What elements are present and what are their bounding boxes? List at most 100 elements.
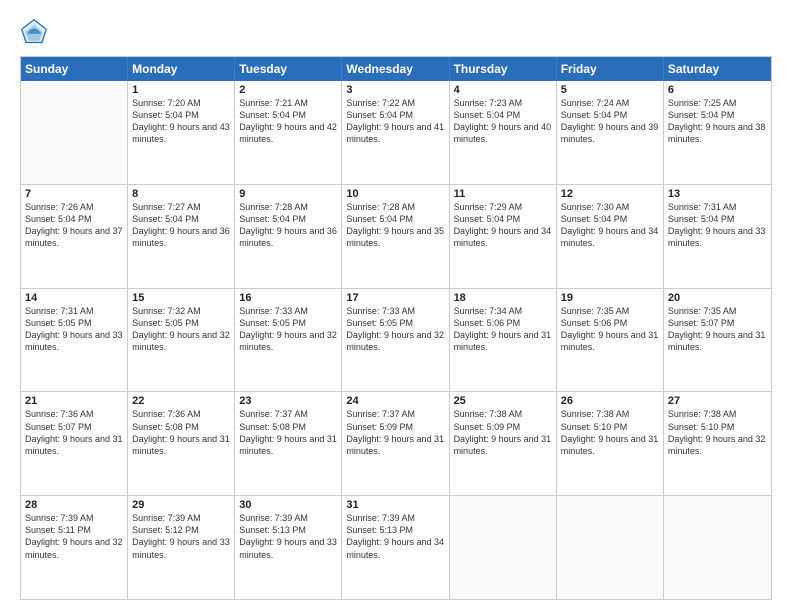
calendar-day-21: 21Sunrise: 7:36 AM Sunset: 5:07 PM Dayli… bbox=[21, 392, 128, 495]
calendar-day-27: 27Sunrise: 7:38 AM Sunset: 5:10 PM Dayli… bbox=[664, 392, 771, 495]
weekday-header-saturday: Saturday bbox=[664, 57, 771, 81]
calendar-header-row: SundayMondayTuesdayWednesdayThursdayFrid… bbox=[21, 57, 771, 81]
weekday-header-monday: Monday bbox=[128, 57, 235, 81]
day-info: Sunrise: 7:36 AM Sunset: 5:07 PM Dayligh… bbox=[25, 408, 123, 457]
day-number: 11 bbox=[454, 188, 552, 200]
day-number: 6 bbox=[668, 84, 767, 96]
day-number: 15 bbox=[132, 292, 230, 304]
calendar-day-5: 5Sunrise: 7:24 AM Sunset: 5:04 PM Daylig… bbox=[557, 81, 664, 184]
calendar-day-20: 20Sunrise: 7:35 AM Sunset: 5:07 PM Dayli… bbox=[664, 289, 771, 392]
header bbox=[20, 18, 772, 46]
calendar-day-19: 19Sunrise: 7:35 AM Sunset: 5:06 PM Dayli… bbox=[557, 289, 664, 392]
day-info: Sunrise: 7:39 AM Sunset: 5:12 PM Dayligh… bbox=[132, 512, 230, 561]
day-number: 23 bbox=[239, 395, 337, 407]
day-info: Sunrise: 7:35 AM Sunset: 5:06 PM Dayligh… bbox=[561, 305, 659, 354]
calendar: SundayMondayTuesdayWednesdayThursdayFrid… bbox=[20, 56, 772, 600]
day-number: 30 bbox=[239, 499, 337, 511]
calendar-day-14: 14Sunrise: 7:31 AM Sunset: 5:05 PM Dayli… bbox=[21, 289, 128, 392]
day-number: 24 bbox=[346, 395, 444, 407]
calendar-day-30: 30Sunrise: 7:39 AM Sunset: 5:13 PM Dayli… bbox=[235, 496, 342, 599]
calendar-day-15: 15Sunrise: 7:32 AM Sunset: 5:05 PM Dayli… bbox=[128, 289, 235, 392]
day-info: Sunrise: 7:36 AM Sunset: 5:08 PM Dayligh… bbox=[132, 408, 230, 457]
logo-icon bbox=[20, 18, 48, 46]
day-info: Sunrise: 7:39 AM Sunset: 5:13 PM Dayligh… bbox=[346, 512, 444, 561]
calendar-week-4: 21Sunrise: 7:36 AM Sunset: 5:07 PM Dayli… bbox=[21, 392, 771, 496]
calendar-day-4: 4Sunrise: 7:23 AM Sunset: 5:04 PM Daylig… bbox=[450, 81, 557, 184]
day-info: Sunrise: 7:24 AM Sunset: 5:04 PM Dayligh… bbox=[561, 97, 659, 146]
day-number: 28 bbox=[25, 499, 123, 511]
day-info: Sunrise: 7:23 AM Sunset: 5:04 PM Dayligh… bbox=[454, 97, 552, 146]
calendar-day-empty bbox=[21, 81, 128, 184]
calendar-week-5: 28Sunrise: 7:39 AM Sunset: 5:11 PM Dayli… bbox=[21, 496, 771, 599]
day-info: Sunrise: 7:29 AM Sunset: 5:04 PM Dayligh… bbox=[454, 201, 552, 250]
day-number: 19 bbox=[561, 292, 659, 304]
calendar-day-13: 13Sunrise: 7:31 AM Sunset: 5:04 PM Dayli… bbox=[664, 185, 771, 288]
day-number: 7 bbox=[25, 188, 123, 200]
day-number: 10 bbox=[346, 188, 444, 200]
calendar-day-8: 8Sunrise: 7:27 AM Sunset: 5:04 PM Daylig… bbox=[128, 185, 235, 288]
day-number: 5 bbox=[561, 84, 659, 96]
calendar-week-1: 1Sunrise: 7:20 AM Sunset: 5:04 PM Daylig… bbox=[21, 81, 771, 185]
weekday-header-thursday: Thursday bbox=[450, 57, 557, 81]
day-number: 26 bbox=[561, 395, 659, 407]
day-info: Sunrise: 7:35 AM Sunset: 5:07 PM Dayligh… bbox=[668, 305, 767, 354]
calendar-day-empty bbox=[450, 496, 557, 599]
calendar-day-1: 1Sunrise: 7:20 AM Sunset: 5:04 PM Daylig… bbox=[128, 81, 235, 184]
day-number: 31 bbox=[346, 499, 444, 511]
calendar-day-empty bbox=[557, 496, 664, 599]
calendar-week-2: 7Sunrise: 7:26 AM Sunset: 5:04 PM Daylig… bbox=[21, 185, 771, 289]
calendar-day-12: 12Sunrise: 7:30 AM Sunset: 5:04 PM Dayli… bbox=[557, 185, 664, 288]
day-number: 17 bbox=[346, 292, 444, 304]
day-info: Sunrise: 7:37 AM Sunset: 5:08 PM Dayligh… bbox=[239, 408, 337, 457]
day-info: Sunrise: 7:38 AM Sunset: 5:10 PM Dayligh… bbox=[668, 408, 767, 457]
calendar-week-3: 14Sunrise: 7:31 AM Sunset: 5:05 PM Dayli… bbox=[21, 289, 771, 393]
page: SundayMondayTuesdayWednesdayThursdayFrid… bbox=[0, 0, 792, 612]
day-number: 14 bbox=[25, 292, 123, 304]
day-info: Sunrise: 7:31 AM Sunset: 5:04 PM Dayligh… bbox=[668, 201, 767, 250]
calendar-day-31: 31Sunrise: 7:39 AM Sunset: 5:13 PM Dayli… bbox=[342, 496, 449, 599]
calendar-day-3: 3Sunrise: 7:22 AM Sunset: 5:04 PM Daylig… bbox=[342, 81, 449, 184]
day-number: 18 bbox=[454, 292, 552, 304]
day-info: Sunrise: 7:33 AM Sunset: 5:05 PM Dayligh… bbox=[239, 305, 337, 354]
day-number: 12 bbox=[561, 188, 659, 200]
weekday-header-wednesday: Wednesday bbox=[342, 57, 449, 81]
day-info: Sunrise: 7:20 AM Sunset: 5:04 PM Dayligh… bbox=[132, 97, 230, 146]
calendar-day-empty bbox=[664, 496, 771, 599]
calendar-day-26: 26Sunrise: 7:38 AM Sunset: 5:10 PM Dayli… bbox=[557, 392, 664, 495]
day-info: Sunrise: 7:30 AM Sunset: 5:04 PM Dayligh… bbox=[561, 201, 659, 250]
calendar-day-10: 10Sunrise: 7:28 AM Sunset: 5:04 PM Dayli… bbox=[342, 185, 449, 288]
calendar-day-29: 29Sunrise: 7:39 AM Sunset: 5:12 PM Dayli… bbox=[128, 496, 235, 599]
day-info: Sunrise: 7:28 AM Sunset: 5:04 PM Dayligh… bbox=[346, 201, 444, 250]
weekday-header-friday: Friday bbox=[557, 57, 664, 81]
calendar-day-9: 9Sunrise: 7:28 AM Sunset: 5:04 PM Daylig… bbox=[235, 185, 342, 288]
day-info: Sunrise: 7:33 AM Sunset: 5:05 PM Dayligh… bbox=[346, 305, 444, 354]
day-info: Sunrise: 7:38 AM Sunset: 5:10 PM Dayligh… bbox=[561, 408, 659, 457]
day-number: 16 bbox=[239, 292, 337, 304]
day-number: 25 bbox=[454, 395, 552, 407]
calendar-day-28: 28Sunrise: 7:39 AM Sunset: 5:11 PM Dayli… bbox=[21, 496, 128, 599]
calendar-day-16: 16Sunrise: 7:33 AM Sunset: 5:05 PM Dayli… bbox=[235, 289, 342, 392]
day-info: Sunrise: 7:21 AM Sunset: 5:04 PM Dayligh… bbox=[239, 97, 337, 146]
day-number: 22 bbox=[132, 395, 230, 407]
day-info: Sunrise: 7:34 AM Sunset: 5:06 PM Dayligh… bbox=[454, 305, 552, 354]
day-number: 1 bbox=[132, 84, 230, 96]
calendar-day-23: 23Sunrise: 7:37 AM Sunset: 5:08 PM Dayli… bbox=[235, 392, 342, 495]
weekday-header-sunday: Sunday bbox=[21, 57, 128, 81]
calendar-day-7: 7Sunrise: 7:26 AM Sunset: 5:04 PM Daylig… bbox=[21, 185, 128, 288]
day-info: Sunrise: 7:38 AM Sunset: 5:09 PM Dayligh… bbox=[454, 408, 552, 457]
day-number: 29 bbox=[132, 499, 230, 511]
day-info: Sunrise: 7:28 AM Sunset: 5:04 PM Dayligh… bbox=[239, 201, 337, 250]
calendar-day-6: 6Sunrise: 7:25 AM Sunset: 5:04 PM Daylig… bbox=[664, 81, 771, 184]
day-number: 20 bbox=[668, 292, 767, 304]
day-number: 3 bbox=[346, 84, 444, 96]
calendar-day-11: 11Sunrise: 7:29 AM Sunset: 5:04 PM Dayli… bbox=[450, 185, 557, 288]
calendar-body: 1Sunrise: 7:20 AM Sunset: 5:04 PM Daylig… bbox=[21, 81, 771, 599]
day-info: Sunrise: 7:37 AM Sunset: 5:09 PM Dayligh… bbox=[346, 408, 444, 457]
day-info: Sunrise: 7:25 AM Sunset: 5:04 PM Dayligh… bbox=[668, 97, 767, 146]
calendar-day-17: 17Sunrise: 7:33 AM Sunset: 5:05 PM Dayli… bbox=[342, 289, 449, 392]
day-info: Sunrise: 7:32 AM Sunset: 5:05 PM Dayligh… bbox=[132, 305, 230, 354]
day-info: Sunrise: 7:39 AM Sunset: 5:11 PM Dayligh… bbox=[25, 512, 123, 561]
calendar-day-18: 18Sunrise: 7:34 AM Sunset: 5:06 PM Dayli… bbox=[450, 289, 557, 392]
calendar-day-22: 22Sunrise: 7:36 AM Sunset: 5:08 PM Dayli… bbox=[128, 392, 235, 495]
day-number: 13 bbox=[668, 188, 767, 200]
